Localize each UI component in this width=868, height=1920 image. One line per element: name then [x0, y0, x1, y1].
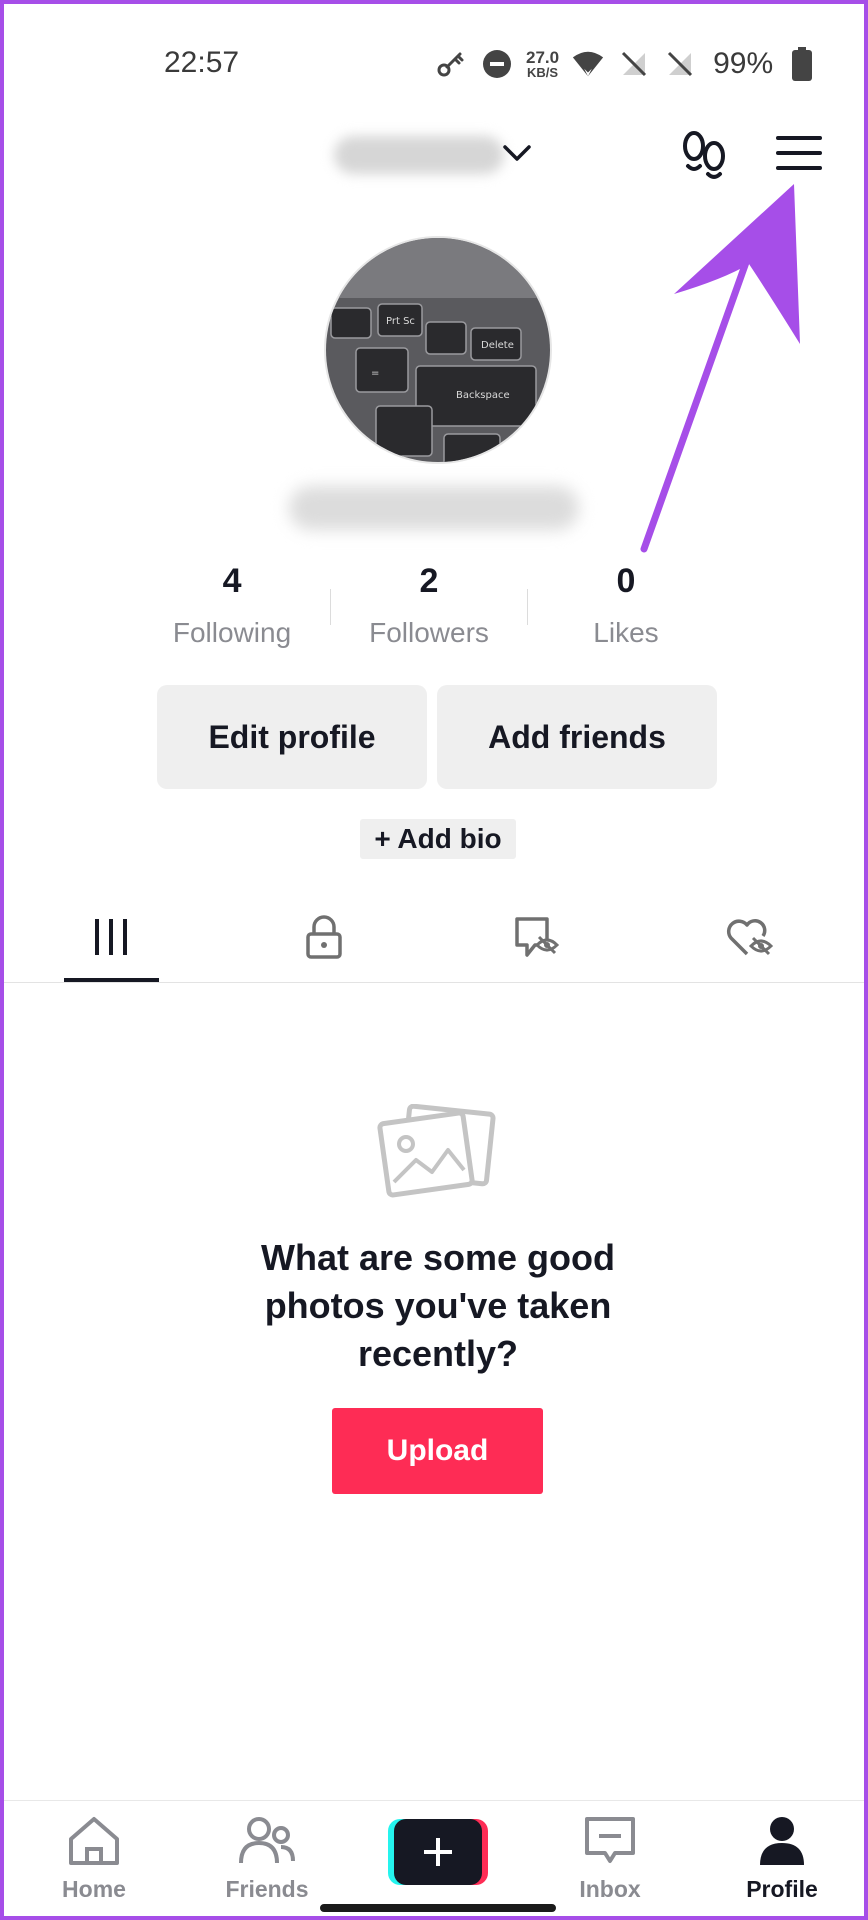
content-tabs	[4, 894, 864, 984]
add-friends-button[interactable]: Add friends	[437, 685, 717, 789]
battery-percent: 99%	[713, 47, 774, 80]
tabs-divider	[4, 982, 864, 983]
username[interactable]: username	[334, 136, 504, 174]
tab-private[interactable]	[217, 894, 430, 984]
svg-text:Prt Sc: Prt Sc	[386, 316, 415, 327]
svg-text:Delete: Delete	[481, 340, 514, 351]
profile-stats: 4 Following 2 Followers 0 Likes	[134, 559, 724, 659]
upload-button[interactable]: Upload	[332, 1408, 543, 1494]
tab-reposts[interactable]	[430, 894, 643, 984]
inbox-icon	[583, 1817, 637, 1871]
avatar[interactable]: Prt Sc Delete Backspace =	[324, 236, 552, 464]
network-speed: 27.0 KB/S	[526, 48, 560, 80]
home-icon	[65, 1817, 123, 1871]
handle-blurred	[289, 486, 579, 530]
edit-profile-button[interactable]: Edit profile	[157, 685, 427, 789]
chevron-down-icon[interactable]	[501, 142, 533, 169]
bottom-navigation: Home Friends Inbox Profile	[4, 1800, 864, 1916]
lock-icon	[304, 914, 344, 964]
profile-actions: Edit profile Add friends	[157, 685, 717, 789]
nav-inbox[interactable]: Inbox	[550, 1815, 670, 1903]
friends-icon	[237, 1817, 297, 1871]
stat-following[interactable]: 4 Following	[134, 559, 330, 659]
screen: 22:57 27.0 KB/S 99% Prt Sc Delete Backsp…	[0, 0, 868, 1920]
nav-home[interactable]: Home	[34, 1815, 154, 1903]
create-button[interactable]	[388, 1819, 488, 1885]
stat-followers[interactable]: 2 Followers	[331, 559, 527, 659]
photos-icon	[376, 1103, 496, 1209]
tab-videos[interactable]	[4, 894, 217, 984]
empty-state-message: What are some good photos you've taken r…	[260, 1237, 616, 1374]
status-icons: 27.0 KB/S 99%	[434, 44, 819, 84]
plus-icon	[394, 1819, 482, 1885]
liked-hidden-icon	[725, 916, 775, 963]
do-not-disturb-icon	[480, 47, 514, 81]
clock: 22:57	[164, 46, 240, 79]
home-indicator[interactable]	[320, 1904, 556, 1912]
nav-friends[interactable]: Friends	[207, 1815, 327, 1903]
add-bio-button[interactable]: + Add bio	[360, 819, 516, 859]
svg-text:Backspace: Backspace	[456, 390, 510, 401]
grid-icon	[93, 917, 129, 962]
no-signal-icon-2	[663, 47, 697, 81]
wifi-icon	[571, 47, 605, 81]
reposts-hidden-icon	[513, 915, 561, 964]
stat-likes[interactable]: 0 Likes	[528, 559, 724, 659]
annotation-arrow-icon	[604, 164, 814, 569]
nav-profile[interactable]: Profile	[722, 1815, 842, 1903]
tab-liked[interactable]	[643, 894, 856, 984]
status-bar: 22:57 27.0 KB/S 99%	[4, 4, 864, 114]
battery-icon	[785, 47, 819, 81]
no-signal-icon	[617, 47, 651, 81]
key-icon	[434, 47, 468, 81]
profile-icon	[756, 1817, 808, 1871]
svg-text:=: =	[371, 368, 379, 379]
